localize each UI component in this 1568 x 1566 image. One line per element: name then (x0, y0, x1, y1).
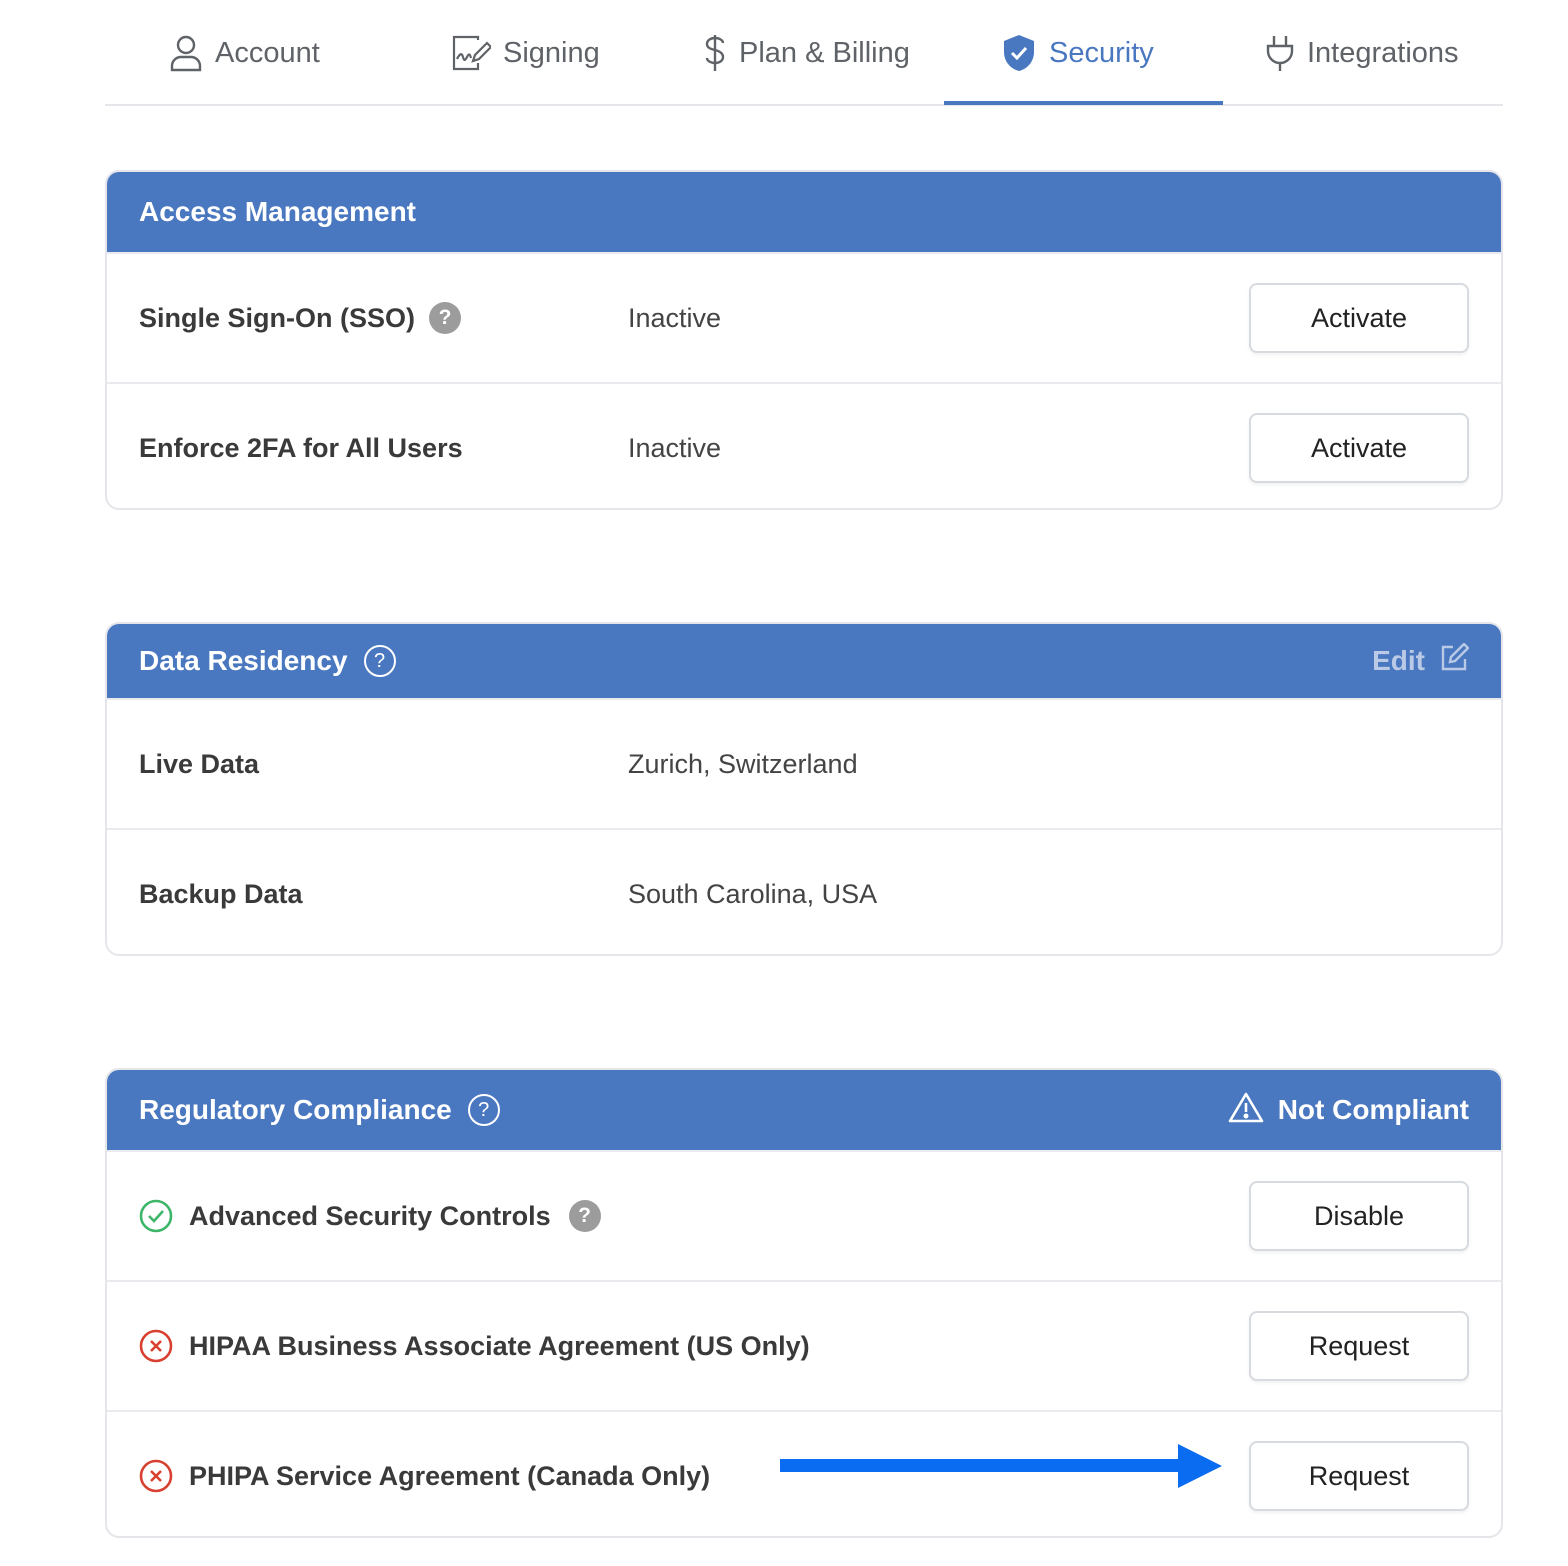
tab-label: Integrations (1307, 36, 1459, 69)
warning-icon (1228, 1091, 1264, 1130)
request-hipaa-button[interactable]: Request (1249, 1311, 1469, 1381)
sso-label: Single Sign-On (SSO) (139, 302, 415, 333)
enforce-2fa-label: Enforce 2FA for All Users (139, 432, 463, 463)
access-management-header: Access Management (107, 172, 1501, 252)
edit-residency-button[interactable]: Edit (1372, 641, 1470, 680)
data-residency-card: Data Residency ? Edit Live Data Zurich, … (105, 622, 1503, 956)
card-title: Data Residency (139, 645, 348, 676)
tab-integrations[interactable]: Integrations (1265, 0, 1459, 106)
data-residency-header: Data Residency ? Edit (107, 624, 1501, 698)
compliance-status: Not Compliant (1228, 1091, 1469, 1130)
plug-icon (1265, 33, 1295, 73)
live-data-label: Live Data (139, 748, 260, 779)
advanced-security-row: Advanced Security Controls ? Disable (107, 1150, 1501, 1280)
help-icon[interactable]: ? (467, 1094, 500, 1126)
help-icon[interactable]: ? (568, 1200, 601, 1232)
hipaa-row: HIPAA Business Associate Agreement (US O… (107, 1280, 1501, 1410)
hipaa-label: HIPAA Business Associate Agreement (US O… (189, 1330, 810, 1361)
tab-label: Account (215, 36, 320, 69)
x-circle-icon (139, 1329, 173, 1363)
backup-data-label: Backup Data (139, 878, 303, 909)
request-phipa-button[interactable]: Request (1249, 1441, 1469, 1511)
active-tab-indicator (944, 101, 1223, 105)
settings-tabs: Account Signing Plan & Billing Security … (105, 0, 1503, 106)
help-icon[interactable]: ? (429, 302, 461, 334)
compliance-status-label: Not Compliant (1277, 1094, 1469, 1125)
x-circle-icon (139, 1459, 173, 1493)
phipa-label: PHIPA Service Agreement (Canada Only) (189, 1460, 711, 1491)
card-title: Regulatory Compliance (139, 1094, 452, 1125)
disable-advanced-security-button[interactable]: Disable (1249, 1181, 1469, 1251)
activate-sso-button[interactable]: Activate (1249, 283, 1469, 353)
help-icon[interactable]: ? (363, 645, 396, 677)
activate-2fa-button[interactable]: Activate (1249, 413, 1469, 483)
enforce-2fa-status: Inactive (628, 432, 722, 463)
access-management-card: Access Management Single Sign-On (SSO) ?… (105, 170, 1503, 510)
tab-label: Signing (503, 36, 600, 69)
backup-data-row: Backup Data South Carolina, USA (107, 828, 1501, 954)
tab-label: Security (1049, 36, 1154, 69)
tab-security[interactable]: Security (1001, 0, 1154, 106)
user-icon (169, 34, 203, 72)
advanced-security-label: Advanced Security Controls (189, 1200, 551, 1231)
edit-icon (1439, 641, 1470, 680)
sso-status: Inactive (628, 302, 722, 333)
signature-icon (451, 34, 491, 72)
shield-check-icon (1001, 33, 1037, 73)
tab-label: Plan & Billing (739, 36, 910, 69)
edit-label: Edit (1372, 645, 1425, 676)
live-data-row: Live Data Zurich, Switzerland (107, 698, 1501, 828)
dollar-icon (703, 33, 727, 73)
backup-data-location: South Carolina, USA (628, 878, 878, 909)
tab-account[interactable]: Account (169, 0, 320, 106)
check-circle-icon (139, 1199, 173, 1233)
annotation-arrow-icon (780, 1444, 1222, 1488)
regulatory-compliance-header: Regulatory Compliance ? Not Compliant (107, 1070, 1501, 1150)
tab-signing[interactable]: Signing (451, 0, 600, 106)
card-title: Access Management (139, 196, 417, 227)
live-data-location: Zurich, Switzerland (628, 748, 858, 779)
tab-plan-billing[interactable]: Plan & Billing (703, 0, 910, 106)
sso-row: Single Sign-On (SSO) ? Inactive Activate (107, 252, 1501, 382)
enforce-2fa-row: Enforce 2FA for All Users Inactive Activ… (107, 382, 1501, 508)
